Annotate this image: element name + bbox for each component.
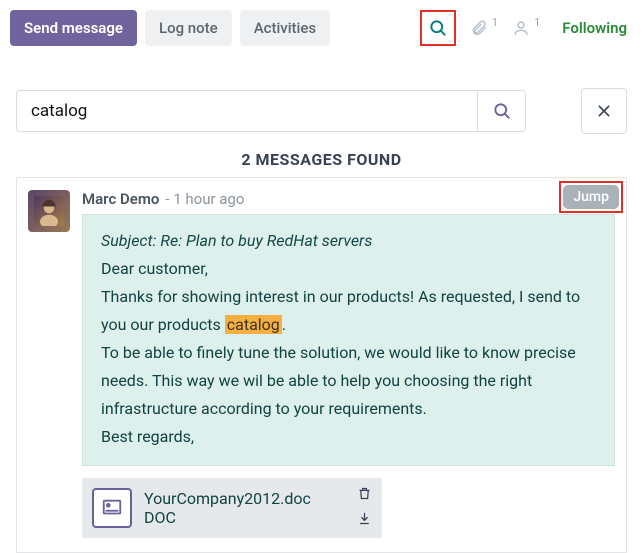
attachments-number: 1 [492,16,498,29]
attachments-count[interactable]: 1 [470,19,498,37]
message-body-line1: Thanks for showing interest in our produ… [101,283,596,339]
message-body-line2: To be able to finely tune the solution, … [101,339,596,423]
followers-number: 1 [534,16,540,29]
avatar [28,190,70,232]
followers-count[interactable]: 1 [512,19,540,37]
close-icon [596,103,612,119]
message-item: Marc Demo - 1 hour ago Jump Subject: Re:… [17,178,626,552]
jump-button[interactable]: Jump [563,185,619,209]
message-search-input[interactable] [16,90,478,132]
trash-icon [357,486,372,501]
delete-attachment-button[interactable] [357,486,372,505]
close-search-button[interactable] [581,88,627,134]
results-heading: 2 MESSAGES FOUND [0,150,643,169]
attachment-type: DOC [144,508,311,527]
send-message-button[interactable]: Send message [10,10,137,46]
search-toggle-button[interactable] [420,10,456,46]
download-icon [357,511,372,526]
activities-button[interactable]: Activities [240,10,330,46]
document-icon [92,488,132,528]
run-search-button[interactable] [478,90,526,132]
message-signoff: Best regards, [101,423,596,451]
chatter-toolbar: Send message Log note Activities 1 1 Fol… [0,0,643,54]
message-list: Marc Demo - 1 hour ago Jump Subject: Re:… [16,177,627,553]
message-subject: Subject: Re: Plan to buy RedHat servers [101,227,596,255]
search-icon [492,101,512,121]
search-icon [428,18,448,38]
message-bubble: Subject: Re: Plan to buy RedHat servers … [82,214,615,466]
person-icon [512,19,530,37]
message-greeting: Dear customer, [101,255,596,283]
attachment-card[interactable]: YourCompany2012.doc DOC [82,478,382,538]
search-match: catalog [225,315,282,334]
search-bar-row [0,88,643,134]
jump-highlight: Jump [559,181,623,213]
paperclip-icon [470,19,488,37]
message-author[interactable]: Marc Demo [82,190,159,208]
download-attachment-button[interactable] [357,511,372,530]
message-time: - 1 hour ago [165,190,244,208]
log-note-button[interactable]: Log note [145,10,232,46]
following-button[interactable]: Following [562,19,627,37]
attachment-name: YourCompany2012.doc [144,489,311,508]
